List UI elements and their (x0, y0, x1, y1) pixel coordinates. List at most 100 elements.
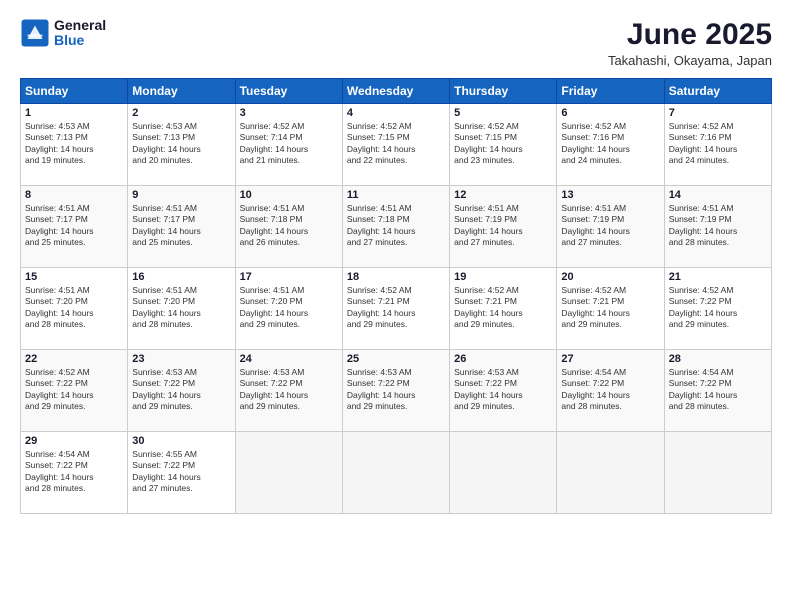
day-number: 14 (669, 189, 767, 201)
day-number: 7 (669, 107, 767, 119)
calendar-cell: 23Sunrise: 4:53 AMSunset: 7:22 PMDayligh… (128, 350, 235, 432)
calendar-cell: 8 Sunrise: 4:51 AMSunset: 7:17 PMDaylight… (21, 186, 128, 268)
calendar-cell: 16 Sunrise: 4:51 AMSunset: 7:20 PMDayligh… (128, 268, 235, 350)
cell-info: Sunrise: 4:53 AMSunset: 7:22 PMDaylight:… (132, 367, 230, 413)
cell-info: Sunrise: 4:51 AMSunset: 7:19 PMDaylight:… (561, 203, 659, 249)
calendar-header-saturday: Saturday (664, 79, 771, 104)
logo-line1: General (54, 18, 106, 33)
day-number: 21 (669, 271, 767, 283)
cell-info: Sunrise: 4:53 AMSunset: 7:22 PMDaylight:… (240, 367, 338, 413)
calendar-cell: 27 Sunrise: 4:54 AMSunset: 7:22 PMDayligh… (557, 350, 664, 432)
calendar-header-row: SundayMondayTuesdayWednesdayThursdayFrid… (21, 79, 772, 104)
logo-text: General Blue (54, 18, 106, 49)
month-title: June 2025 (608, 18, 772, 51)
calendar-cell: 2Sunrise: 4:53 AMSunset: 7:13 PMDaylight… (128, 104, 235, 186)
day-number: 25 (347, 353, 445, 365)
calendar-cell: 17 Sunrise: 4:51 AMSunset: 7:20 PMDayligh… (235, 268, 342, 350)
calendar-cell (557, 432, 664, 514)
day-number: 5 (454, 107, 552, 119)
logo-line2: Blue (54, 33, 106, 48)
day-number: 4 (347, 107, 445, 119)
day-number: 24 (240, 353, 338, 365)
cell-info: Sunrise: 4:54 AMSunset: 7:22 PMDaylight:… (561, 367, 659, 413)
cell-info: Sunrise: 4:52 AMSunset: 7:15 PMDaylight:… (347, 121, 445, 167)
calendar-cell: 10Sunrise: 4:51 AMSunset: 7:18 PMDayligh… (235, 186, 342, 268)
logo: General Blue (20, 18, 106, 49)
calendar-cell: 20 Sunrise: 4:52 AMSunset: 7:21 PMDayligh… (557, 268, 664, 350)
day-number: 27 (561, 353, 659, 365)
calendar-cell: 6Sunrise: 4:52 AMSunset: 7:16 PMDaylight… (557, 104, 664, 186)
calendar-cell: 21 Sunrise: 4:52 AMSunset: 7:22 PMDayligh… (664, 268, 771, 350)
cell-info: Sunrise: 4:51 AMSunset: 7:18 PMDaylight:… (347, 203, 445, 249)
day-number: 19 (454, 271, 552, 283)
calendar-table: SundayMondayTuesdayWednesdayThursdayFrid… (20, 78, 772, 514)
cell-info: Sunrise: 4:52 AMSunset: 7:21 PMDaylight:… (561, 285, 659, 331)
day-number: 26 (454, 353, 552, 365)
logo-icon (20, 18, 50, 48)
calendar-cell (450, 432, 557, 514)
calendar-cell: 26 Sunrise: 4:53 AMSunset: 7:22 PMDayligh… (450, 350, 557, 432)
header: General Blue June 2025 Takahashi, Okayam… (20, 18, 772, 68)
calendar-week-row: 1 Sunrise: 4:53 AMSunset: 7:13 PMDaylight… (21, 104, 772, 186)
calendar-week-row: 8 Sunrise: 4:51 AMSunset: 7:17 PMDaylight… (21, 186, 772, 268)
calendar-cell: 7 Sunrise: 4:52 AMSunset: 7:16 PMDaylight… (664, 104, 771, 186)
calendar-cell: 25Sunrise: 4:53 AMSunset: 7:22 PMDayligh… (342, 350, 449, 432)
cell-info: Sunrise: 4:52 AMSunset: 7:21 PMDaylight:… (347, 285, 445, 331)
day-number: 15 (25, 271, 123, 283)
calendar-cell: 3 Sunrise: 4:52 AMSunset: 7:14 PMDaylight… (235, 104, 342, 186)
cell-info: Sunrise: 4:54 AMSunset: 7:22 PMDaylight:… (25, 449, 123, 495)
cell-info: Sunrise: 4:52 AMSunset: 7:21 PMDaylight:… (454, 285, 552, 331)
calendar-header-wednesday: Wednesday (342, 79, 449, 104)
day-number: 1 (25, 107, 123, 119)
calendar-week-row: 29 Sunrise: 4:54 AMSunset: 7:22 PMDayligh… (21, 432, 772, 514)
cell-info: Sunrise: 4:51 AMSunset: 7:20 PMDaylight:… (25, 285, 123, 331)
calendar-week-row: 22Sunrise: 4:52 AMSunset: 7:22 PMDayligh… (21, 350, 772, 432)
title-area: June 2025 Takahashi, Okayama, Japan (608, 18, 772, 68)
calendar-cell: 29 Sunrise: 4:54 AMSunset: 7:22 PMDayligh… (21, 432, 128, 514)
day-number: 20 (561, 271, 659, 283)
day-number: 9 (132, 189, 230, 201)
cell-info: Sunrise: 4:51 AMSunset: 7:19 PMDaylight:… (669, 203, 767, 249)
day-number: 8 (25, 189, 123, 201)
location-subtitle: Takahashi, Okayama, Japan (608, 53, 772, 68)
day-number: 12 (454, 189, 552, 201)
day-number: 29 (25, 435, 123, 447)
day-number: 30 (132, 435, 230, 447)
calendar-cell (235, 432, 342, 514)
calendar-cell: 1 Sunrise: 4:53 AMSunset: 7:13 PMDaylight… (21, 104, 128, 186)
cell-info: Sunrise: 4:53 AMSunset: 7:13 PMDaylight:… (25, 121, 123, 167)
cell-info: Sunrise: 4:53 AMSunset: 7:22 PMDaylight:… (454, 367, 552, 413)
day-number: 28 (669, 353, 767, 365)
day-number: 13 (561, 189, 659, 201)
calendar-cell: 9 Sunrise: 4:51 AMSunset: 7:17 PMDaylight… (128, 186, 235, 268)
cell-info: Sunrise: 4:55 AMSunset: 7:22 PMDaylight:… (132, 449, 230, 495)
cell-info: Sunrise: 4:52 AMSunset: 7:22 PMDaylight:… (669, 285, 767, 331)
cell-info: Sunrise: 4:54 AMSunset: 7:22 PMDaylight:… (669, 367, 767, 413)
calendar-cell: 11Sunrise: 4:51 AMSunset: 7:18 PMDayligh… (342, 186, 449, 268)
day-number: 17 (240, 271, 338, 283)
cell-info: Sunrise: 4:53 AMSunset: 7:13 PMDaylight:… (132, 121, 230, 167)
cell-info: Sunrise: 4:51 AMSunset: 7:18 PMDaylight:… (240, 203, 338, 249)
calendar-cell (342, 432, 449, 514)
calendar-week-row: 15 Sunrise: 4:51 AMSunset: 7:20 PMDayligh… (21, 268, 772, 350)
cell-info: Sunrise: 4:52 AMSunset: 7:16 PMDaylight:… (669, 121, 767, 167)
calendar-header-friday: Friday (557, 79, 664, 104)
cell-info: Sunrise: 4:51 AMSunset: 7:19 PMDaylight:… (454, 203, 552, 249)
calendar-cell: 4 Sunrise: 4:52 AMSunset: 7:15 PMDaylight… (342, 104, 449, 186)
calendar-header-thursday: Thursday (450, 79, 557, 104)
day-number: 3 (240, 107, 338, 119)
cell-info: Sunrise: 4:51 AMSunset: 7:20 PMDaylight:… (240, 285, 338, 331)
calendar-cell: 14 Sunrise: 4:51 AMSunset: 7:19 PMDayligh… (664, 186, 771, 268)
cell-info: Sunrise: 4:51 AMSunset: 7:20 PMDaylight:… (132, 285, 230, 331)
cell-info: Sunrise: 4:51 AMSunset: 7:17 PMDaylight:… (132, 203, 230, 249)
cell-info: Sunrise: 4:52 AMSunset: 7:14 PMDaylight:… (240, 121, 338, 167)
day-number: 16 (132, 271, 230, 283)
calendar-cell: 5Sunrise: 4:52 AMSunset: 7:15 PMDaylight… (450, 104, 557, 186)
calendar-cell: 24 Sunrise: 4:53 AMSunset: 7:22 PMDayligh… (235, 350, 342, 432)
day-number: 22 (25, 353, 123, 365)
calendar-cell: 12 Sunrise: 4:51 AMSunset: 7:19 PMDayligh… (450, 186, 557, 268)
cell-info: Sunrise: 4:51 AMSunset: 7:17 PMDaylight:… (25, 203, 123, 249)
calendar-cell: 19 Sunrise: 4:52 AMSunset: 7:21 PMDayligh… (450, 268, 557, 350)
cell-info: Sunrise: 4:52 AMSunset: 7:16 PMDaylight:… (561, 121, 659, 167)
calendar-cell: 28 Sunrise: 4:54 AMSunset: 7:22 PMDayligh… (664, 350, 771, 432)
